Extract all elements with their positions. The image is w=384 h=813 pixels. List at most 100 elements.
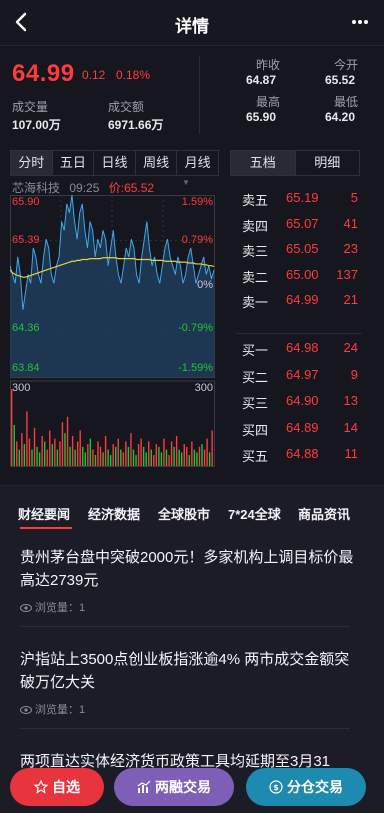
volume-bar	[18, 449, 21, 466]
news-article-meta: 浏览量：1	[20, 599, 354, 615]
volume-bar	[125, 441, 127, 466]
margin-trading-label: 两融交易	[155, 779, 211, 795]
position-trading-button[interactable]: $ 分仓交易	[246, 768, 366, 806]
order-book-vol: 13	[343, 393, 358, 408]
volume-bar	[38, 452, 41, 466]
percent-axis-label: -1.59%	[178, 362, 213, 374]
order-book-row: 卖五 65.19 5	[236, 190, 362, 208]
order-book-price: 65.00	[286, 266, 319, 282]
news-tab-724-global[interactable]: 7*24全球	[228, 504, 281, 523]
order-book-row: 买三 64.90 13	[236, 393, 362, 411]
volume-bar	[203, 449, 206, 466]
order-book-name: 买一	[242, 343, 269, 358]
order-book-name: 买三	[242, 396, 269, 411]
top-navbar: 详情	[0, 0, 384, 46]
amount-value: 6971.66万	[108, 118, 164, 132]
volume-bar	[208, 452, 211, 466]
volume-bar	[163, 438, 165, 466]
chart-price-text: 价:65.52	[108, 181, 155, 195]
volume-bar	[201, 444, 203, 466]
chart-info: 芯海科技 09:25 价:65.52	[12, 179, 154, 196]
volume-bar	[97, 441, 99, 466]
news-tab-underline	[20, 527, 72, 529]
tab-five-levels[interactable]: 五档	[231, 151, 296, 175]
watchlist-button[interactable]: 自选	[10, 768, 104, 806]
zero-percent-label: 0%	[197, 279, 213, 291]
tab-daily[interactable]: 日线	[94, 151, 136, 175]
volume-bar	[196, 452, 198, 466]
news-tab-global-stocks[interactable]: 全球股市	[158, 504, 210, 523]
news-article[interactable]: 沪指站上3500点创业板指涨逾4% 两市成交金额突破万亿大关 浏览量：1	[20, 648, 354, 717]
tab-monthly[interactable]: 月线	[177, 151, 218, 175]
quote-divider	[199, 56, 200, 134]
order-book-price: 64.90	[286, 393, 319, 408]
order-book-price: 64.89	[286, 419, 319, 435]
volume-bar	[76, 441, 79, 466]
news-tab-economic-data[interactable]: 经济数据	[88, 504, 140, 523]
order-book-vol: 21	[343, 292, 358, 307]
margin-trading-button[interactable]: 两融交易	[114, 768, 234, 806]
volume-bar	[61, 422, 64, 466]
volume-bar	[94, 455, 97, 466]
volume-bar	[33, 427, 36, 466]
order-book-vol: 11	[344, 446, 359, 461]
percent-axis-label: 0.79%	[182, 234, 213, 246]
tab-intraday[interactable]: 分时	[11, 151, 53, 175]
news-tab-finance[interactable]: 财经要闻	[18, 504, 70, 523]
tab-weekly[interactable]: 周线	[136, 151, 178, 175]
news-panel: 财经要闻 经济数据 全球股市 7*24全球 商品资讯 贵州茅台盘中突破2000元…	[0, 485, 384, 813]
chart-time: 09:25	[69, 181, 100, 195]
order-book-vol: 23	[343, 241, 358, 256]
order-book-row: 买五 64.88 11	[236, 446, 362, 464]
news-article-views: 浏览量：1	[35, 602, 86, 614]
news-article-title: 贵州茅台盘中突破2000元！多家机构上调目标价最高达2739元	[20, 549, 354, 589]
eye-icon	[20, 706, 32, 715]
price-axis-label: 65.90	[12, 196, 40, 208]
order-book-price: 64.99	[286, 292, 319, 307]
tab-five-day[interactable]: 五日	[53, 151, 95, 175]
more-dots-icon[interactable]	[350, 14, 370, 30]
order-book-name: 卖四	[242, 218, 269, 234]
expand-caret-icon[interactable]: ▼	[182, 178, 190, 187]
order-book-row: 买一 64.98 24	[236, 340, 362, 358]
period-tabs: 分时 五日 日线 周线 月线	[10, 150, 219, 176]
volume-axis-label: 300	[12, 382, 30, 394]
price-change-percent: 0.18%	[116, 68, 151, 82]
volume-bar	[36, 446, 38, 466]
order-book-row: 买二 64.97 9	[236, 367, 362, 385]
watchlist-label: 自选	[52, 779, 80, 795]
volume-bar	[132, 449, 135, 466]
quote-panel: 64.99 0.12 0.18% 成交量 107.00万 成交额 6971.66…	[0, 46, 384, 187]
volume-bar	[16, 441, 18, 466]
volume-bar	[102, 452, 104, 466]
volume-bar	[191, 441, 193, 466]
order-book-vol: 5	[350, 190, 358, 205]
tab-details[interactable]: 明细	[296, 151, 360, 175]
news-article[interactable]: 贵州茅台盘中突破2000元！多家机构上调目标价最高达2739元 浏览量：1	[20, 546, 354, 615]
news-tabs: 财经要闻 经济数据 全球股市 7*24全球 商品资讯	[18, 504, 378, 528]
intraday-chart[interactable]: 65.90 65.39 64.36 63.84 1.59% 0.79% -0.79% -1.5…	[10, 195, 215, 467]
high-value: 65.90	[246, 110, 277, 124]
volume-bar	[11, 389, 13, 466]
volume-bar	[137, 444, 140, 466]
volume-bar	[181, 452, 183, 466]
price-axis-label: 65.39	[12, 234, 40, 246]
order-book-row: 卖二 65.00 137	[236, 267, 362, 285]
prev-close-value: 64.87	[246, 73, 277, 87]
price-change: 0.12	[82, 68, 106, 82]
volume-bar	[82, 446, 84, 466]
volume-bar	[160, 452, 163, 466]
volume-bar	[54, 438, 56, 466]
open-value: 65.52	[325, 73, 356, 87]
eye-icon	[20, 604, 32, 613]
news-tab-commodities[interactable]: 商品资讯	[298, 504, 350, 523]
svg-text:$: $	[273, 783, 279, 792]
order-book-price: 65.19	[286, 190, 319, 205]
order-book-vol: 9	[350, 366, 358, 382]
open-label: 今开	[334, 58, 359, 72]
volume-bar	[26, 411, 28, 466]
volume-bar	[117, 438, 119, 466]
volume-bar	[92, 449, 94, 466]
order-book-name: 买五	[242, 449, 269, 464]
volume-bar	[71, 435, 74, 466]
